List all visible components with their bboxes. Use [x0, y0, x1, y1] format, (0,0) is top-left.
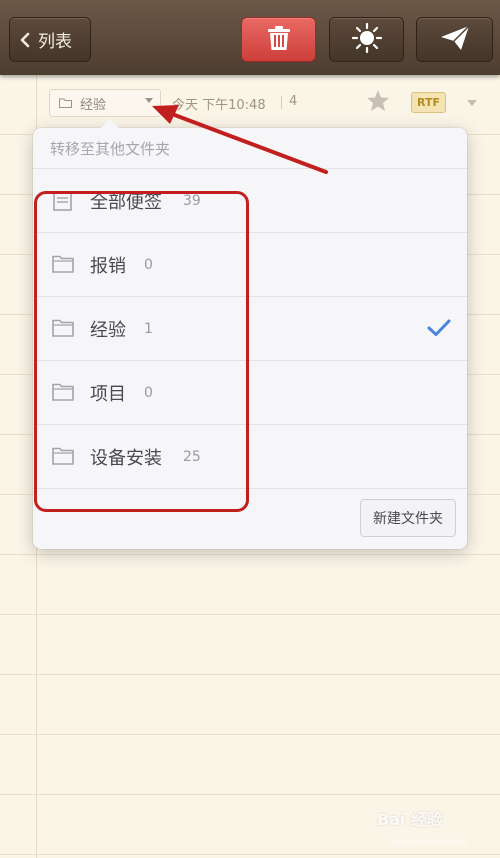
baidu-watermark: Bai 经验 — [377, 810, 444, 829]
baidu-watermark-url: jingyan.baidu.com — [393, 837, 467, 846]
annotation-arrow — [152, 105, 328, 174]
